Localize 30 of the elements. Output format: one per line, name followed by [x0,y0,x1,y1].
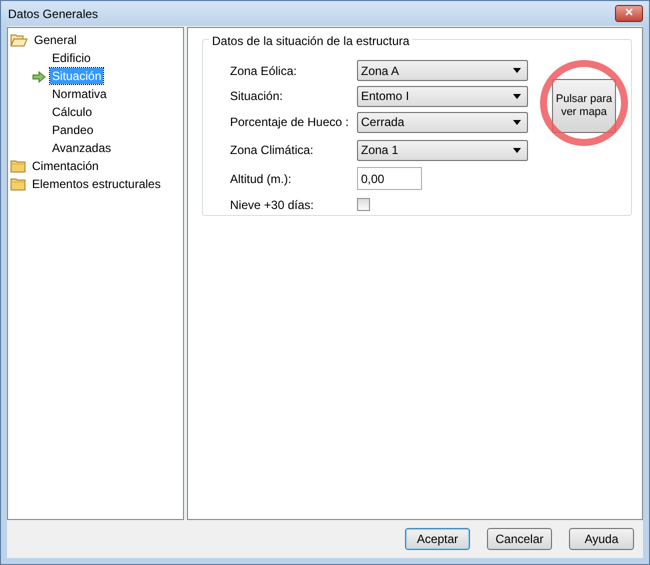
field-label: Nieve +30 días: [230,196,315,214]
tree-item[interactable]: Edificio [50,50,93,66]
checkbox[interactable] [357,198,370,212]
caret-icon [513,148,521,152]
dropdown[interactable]: Zona A [357,60,528,82]
field-label: Altitud (m.): [230,170,292,188]
dialog-button[interactable]: Cancelar [487,528,552,550]
dropdown[interactable]: Zona 1 [357,140,528,160]
dropdown[interactable]: Entomo I [357,86,528,107]
tree-item[interactable]: Elementos estructurales [30,176,163,192]
dropdown[interactable]: Cerrada [357,112,528,132]
field-label: Zona Eólica: [230,62,298,80]
field-label: Situación: [230,88,284,106]
tree-item[interactable]: Cimentación [30,158,101,174]
input-field[interactable]: 0,00 [357,167,422,190]
field-label: Zona Climática: [230,142,314,159]
window-title: Datos Generales [8,6,98,22]
caret-icon [513,94,521,99]
caret-icon [513,120,521,124]
tree-item[interactable]: Cálculo [50,104,94,120]
dialog-button[interactable]: Ayuda [569,528,634,550]
tree-item[interactable]: Avanzadas [50,140,114,156]
tree-item[interactable]: General [32,32,79,48]
dialog-button[interactable]: Aceptar [405,528,470,550]
map-button[interactable]: Pulsar para ver mapa [552,79,616,133]
tree-item[interactable]: Normativa [50,86,109,102]
caret-icon [513,68,521,74]
field-label: Porcentaje de Hueco : [230,114,350,131]
arrow-icon [32,70,46,83]
tree-item[interactable]: Pandeo [50,122,96,138]
